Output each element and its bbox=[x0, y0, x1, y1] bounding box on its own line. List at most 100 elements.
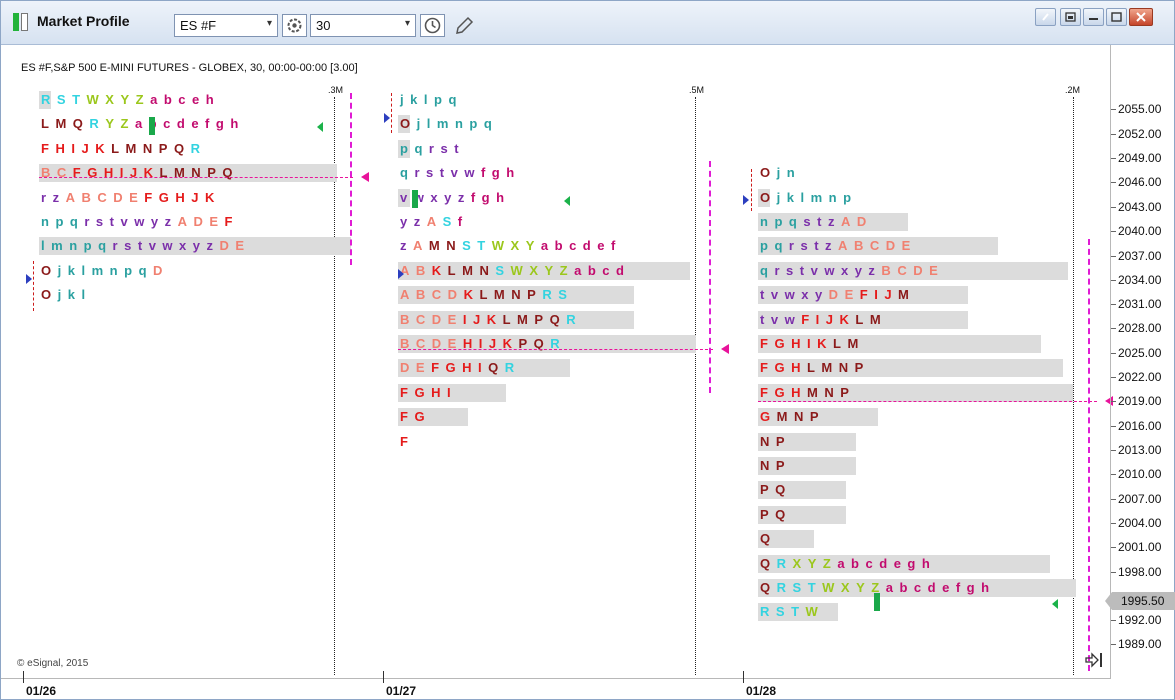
tpo-letter: J bbox=[884, 287, 892, 303]
tpo-letter: Q bbox=[760, 531, 771, 547]
tpo-letter: F bbox=[431, 360, 440, 376]
tpo-letter: A bbox=[426, 214, 437, 229]
tpo-letters: FHIJKLMNPQR bbox=[41, 141, 206, 156]
price-label: 2007.00 bbox=[1118, 492, 1162, 506]
draw-button[interactable] bbox=[453, 15, 475, 37]
tpo-letters: OjklmnpqD bbox=[41, 263, 169, 278]
price-axis-border bbox=[1110, 45, 1111, 679]
market-profile-window: Market Profile ES #F ▾ 30 ▾ ES #F,S&P 50… bbox=[0, 0, 1175, 700]
price-label: 1998.00 bbox=[1118, 565, 1162, 579]
pencil-icon bbox=[456, 16, 474, 34]
tpo-letter: M bbox=[869, 311, 881, 327]
help-button[interactable] bbox=[1035, 8, 1056, 26]
tpo-letter: d bbox=[879, 555, 888, 571]
tpo-letter: r bbox=[788, 238, 794, 254]
tpo-letter: S bbox=[56, 92, 66, 107]
tpo-letter: l bbox=[81, 287, 86, 303]
tpo-letter: h bbox=[496, 189, 505, 205]
tpo-letters: npqstzAD bbox=[760, 214, 873, 229]
tpo-letter: N bbox=[446, 238, 456, 254]
tpo-letter: S bbox=[495, 262, 505, 278]
tpo-letter: d bbox=[176, 116, 185, 132]
date-tick bbox=[743, 671, 744, 683]
tpo-letter: Q bbox=[775, 506, 786, 522]
tpo-letter: q bbox=[138, 262, 147, 278]
tpo-letter: j bbox=[400, 92, 404, 107]
restore-icon bbox=[1065, 12, 1076, 22]
tpo-letter: t bbox=[799, 262, 805, 278]
last-price-bar bbox=[874, 593, 880, 611]
tpo-letter: E bbox=[129, 189, 138, 205]
tpo-letter: P bbox=[527, 287, 536, 303]
tpo-letter: l bbox=[41, 238, 45, 254]
tpo-letter: v bbox=[770, 311, 779, 327]
date-label: 01/26 bbox=[26, 684, 57, 698]
tpo-letter: K bbox=[817, 336, 827, 351]
tpo-letter: D bbox=[400, 360, 410, 376]
tpo-letters: ABCDKLMNPRS bbox=[400, 287, 573, 302]
tpo-letter: b bbox=[554, 238, 563, 254]
settings-button[interactable] bbox=[282, 14, 307, 37]
tpo-letter: w bbox=[162, 238, 173, 254]
tpo-letter: q bbox=[98, 238, 107, 254]
tpo-letter: f bbox=[955, 580, 961, 595]
tpo-letter: p bbox=[469, 116, 478, 132]
tpo-letters: RSTW bbox=[760, 604, 824, 619]
tpo-letter: E bbox=[901, 238, 911, 254]
tpo-letter: T bbox=[807, 580, 816, 595]
restore-button[interactable] bbox=[1060, 8, 1081, 26]
tpo-letter: B bbox=[881, 262, 891, 278]
tpo-letter: M bbox=[517, 311, 528, 327]
tpo-letters: pqrst bbox=[400, 141, 465, 156]
tpo-letter: P bbox=[840, 384, 849, 400]
exit-button[interactable] bbox=[1084, 651, 1104, 669]
tpo-letter: e bbox=[597, 238, 605, 254]
tpo-letter: L bbox=[502, 311, 511, 327]
tpo-letter: Q bbox=[775, 482, 786, 498]
tpo-letter: O bbox=[760, 165, 771, 181]
tpo-letter: G bbox=[414, 384, 425, 400]
tpo-letter: F bbox=[41, 140, 49, 156]
tpo-letter: G bbox=[774, 336, 785, 351]
tpo-letter: c bbox=[865, 555, 873, 571]
interval-combo[interactable]: 30 ▾ bbox=[310, 14, 416, 37]
tpo-letter: q bbox=[414, 140, 423, 156]
tpo-letter: x bbox=[179, 238, 187, 254]
tpo-letter: J bbox=[825, 311, 834, 327]
tpo-letter: J bbox=[472, 311, 481, 327]
tpo-letter: Q bbox=[488, 360, 499, 376]
tpo-letter: p bbox=[55, 214, 64, 229]
price-label: 2016.00 bbox=[1118, 419, 1162, 433]
tpo-letter: A bbox=[65, 189, 75, 205]
maximize-button[interactable] bbox=[1106, 8, 1127, 26]
tpo-letter: D bbox=[885, 238, 896, 254]
time-template-button[interactable] bbox=[420, 14, 445, 37]
tpo-letter: K bbox=[463, 287, 473, 303]
tpo-letter: X bbox=[529, 262, 538, 278]
tpo-letter: z bbox=[825, 238, 832, 254]
tpo-letter: p bbox=[83, 238, 92, 254]
tpo-letter: j bbox=[776, 189, 781, 205]
tpo-letter: m bbox=[91, 262, 104, 278]
tpo-letter: m bbox=[51, 238, 63, 254]
minimize-button[interactable] bbox=[1083, 8, 1104, 26]
current-price-marker: 1995.50 bbox=[1105, 592, 1175, 610]
tpo-letter: Z bbox=[559, 262, 568, 278]
tpo-letter: w bbox=[824, 262, 835, 278]
tpo-letter: W bbox=[822, 580, 835, 595]
symbol-combo[interactable]: ES #F ▾ bbox=[174, 14, 278, 37]
tpo-letter: v bbox=[148, 238, 156, 254]
symbol-value: ES #F bbox=[180, 18, 217, 33]
tpo-letter: Y bbox=[105, 116, 114, 132]
price-label: 2025.00 bbox=[1118, 346, 1162, 360]
tpo-letter: w bbox=[134, 214, 145, 229]
tpo-letters: GMNP bbox=[760, 409, 825, 424]
date-tick bbox=[383, 671, 384, 683]
tpo-letter: R bbox=[776, 580, 787, 595]
close-button[interactable] bbox=[1129, 8, 1153, 26]
tpo-letter: q bbox=[448, 92, 457, 107]
tpo-letter: k bbox=[67, 262, 75, 278]
tpo-letter: M bbox=[125, 140, 137, 156]
tpo-letter: D bbox=[219, 238, 229, 254]
tpo-letter: L bbox=[855, 311, 864, 327]
